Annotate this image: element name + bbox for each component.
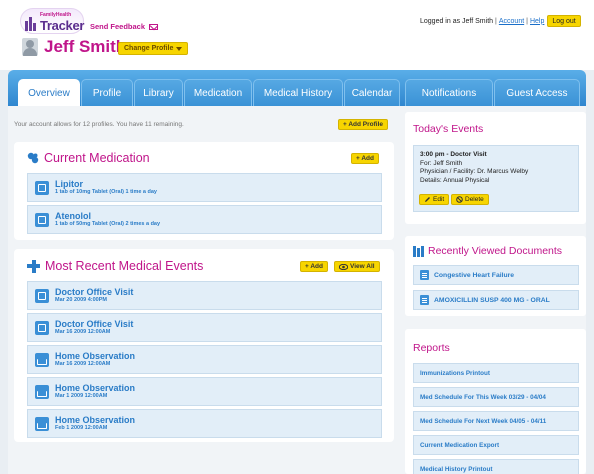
help-link[interactable]: Help [530, 18, 544, 25]
medication-item-icon [35, 212, 49, 227]
delete-label: Delete [465, 196, 484, 203]
document-icon [420, 295, 429, 305]
house-icon [35, 352, 49, 367]
medication-item-icon [35, 180, 49, 195]
event-row[interactable]: Doctor Office Visit Mar 20 2009 4:00PM [27, 281, 382, 310]
report-row[interactable]: Med Schedule For Next Week 04/05 - 04/11 [413, 411, 579, 431]
tab-guest-access[interactable]: Guest Access [494, 79, 580, 106]
event-name: Home Observation [55, 383, 136, 393]
medication-row-atenolol[interactable]: Atenolol 1 tab of 50mg Tablet (Oral) 2 t… [27, 205, 382, 234]
document-icon [420, 270, 429, 280]
event-row[interactable]: Home Observation Mar 16 2009 12:00AM [27, 345, 382, 374]
pencil-icon [425, 197, 430, 202]
add-medication-button[interactable]: + Add [351, 153, 379, 164]
event-row[interactable]: Home Observation Feb 1 2009 12:00AM [27, 409, 382, 438]
familyhealth-tracker-logo[interactable]: FamilyHealth Tracker [20, 8, 84, 34]
add-event-button[interactable]: + Add [300, 261, 328, 272]
event-date: Feb 1 2009 12:00AM [55, 425, 108, 431]
tab-library[interactable]: Library [134, 79, 183, 106]
house-icon [35, 416, 49, 431]
medical-events-label: Most Recent Medical Events [45, 259, 204, 273]
logout-button[interactable]: Log out [547, 15, 581, 27]
user-name: Jeff Smith [44, 37, 127, 56]
view-all-label: View All [350, 263, 375, 270]
reports-title: Reports [413, 342, 450, 354]
chevron-down-icon [176, 46, 183, 51]
tab-medical-history[interactable]: Medical History [253, 79, 343, 106]
current-medication-title: Current Medication [27, 151, 150, 165]
header: FamilyHealth Tracker Send Feedback Jeff … [0, 0, 594, 70]
event-name: Doctor Office Visit [55, 287, 134, 297]
medical-events-title: Most Recent Medical Events [27, 259, 203, 273]
event-row[interactable]: Home Observation Mar 1 2009 12:00AM [27, 377, 382, 406]
medication-name: Lipitor [55, 179, 83, 189]
cancel-icon [456, 196, 463, 203]
edit-event-button[interactable]: Edit [419, 194, 450, 205]
account-note: Your account allows for 12 profiles. You… [14, 121, 184, 128]
event-date: Mar 20 2009 4:00PM [55, 297, 107, 303]
medication-row-lipitor[interactable]: Lipitor 1 tab of 10mg Tablet (Oral) 1 ti… [27, 173, 382, 202]
document-name: Congestive Heart Failure [434, 271, 515, 279]
event-name: Home Observation [55, 415, 136, 425]
recent-documents-title: Recently Viewed Documents [413, 245, 562, 257]
medication-detail: 1 tab of 10mg Tablet (Oral) 1 time a day [55, 189, 157, 195]
report-row[interactable]: Immunizations Printout [413, 363, 579, 383]
house-icon [35, 384, 49, 399]
report-row[interactable]: Medical History Printout [413, 459, 579, 474]
tab-medication[interactable]: Medication [184, 79, 252, 106]
report-row[interactable]: Current Medication Export [413, 435, 579, 455]
event-name: Doctor Office Visit [55, 319, 134, 329]
send-feedback-link[interactable]: Send Feedback [90, 22, 159, 31]
tab-overview[interactable]: Overview [18, 79, 80, 106]
event-time: 3:00 pm - Doctor Visit [420, 151, 487, 158]
document-row[interactable]: AMOXICILLIN SUSP 400 MG - ORAL [413, 290, 579, 310]
view-all-button[interactable]: View All [334, 261, 380, 272]
medication-icon [27, 152, 39, 164]
event-for: For: Jeff Smith [420, 159, 463, 167]
event-date: Mar 1 2009 12:00AM [55, 393, 108, 399]
tab-calendar[interactable]: Calendar [344, 79, 400, 106]
tab-notifications[interactable]: Notifications [405, 79, 493, 106]
medication-detail: 1 tab of 50mg Tablet (Oral) 2 times a da… [55, 221, 161, 227]
change-profile-label: Change Profile [124, 45, 174, 52]
mail-icon [149, 23, 159, 30]
change-profile-button[interactable]: Change Profile [118, 42, 189, 55]
event-date: Mar 16 2009 12:00AM [55, 361, 111, 367]
add-profile-button[interactable]: + Add Profile [338, 119, 389, 130]
event-date: Mar 16 2009 12:00AM [55, 329, 111, 335]
avatar [22, 38, 38, 56]
doctor-icon [35, 320, 49, 335]
account-bar: Logged in as Jeff Smith | Account | Help… [420, 15, 581, 27]
event-physician: Physician / Facility: Dr. Marcus Welby [420, 168, 529, 176]
medication-name: Atenolol [55, 211, 91, 221]
account-link[interactable]: Account [499, 18, 524, 25]
report-row[interactable]: Med Schedule For This Week 03/29 - 04/04 [413, 387, 579, 407]
delete-event-button[interactable]: Delete [451, 194, 489, 205]
plus-icon [27, 259, 40, 273]
current-medication-label: Current Medication [44, 151, 150, 165]
eye-icon [339, 263, 348, 270]
edit-label: Edit [433, 196, 445, 203]
event-name: Home Observation [55, 351, 136, 361]
tab-profile[interactable]: Profile [81, 79, 133, 106]
doctor-icon [35, 288, 49, 303]
document-row[interactable]: Congestive Heart Failure [413, 265, 579, 285]
logged-in-text: Logged in as Jeff Smith [420, 17, 494, 25]
books-icon [413, 245, 424, 257]
recent-documents-label: Recently Viewed Documents [428, 245, 563, 257]
todays-events-title: Today's Events [413, 123, 484, 135]
document-name: AMOXICILLIN SUSP 400 MG - ORAL [434, 296, 550, 304]
event-details: Details: Annual Physical [420, 176, 490, 184]
send-feedback-label: Send Feedback [90, 22, 146, 31]
logo-big-text: Tracker [40, 18, 85, 33]
event-row[interactable]: Doctor Office Visit Mar 16 2009 12:00AM [27, 313, 382, 342]
